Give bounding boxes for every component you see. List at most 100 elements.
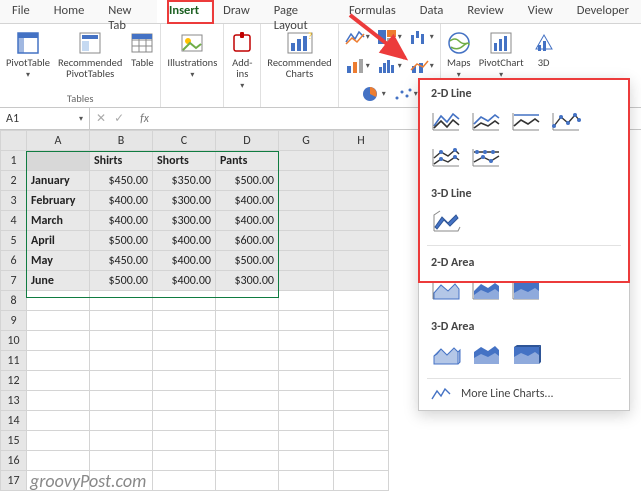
tab-formulas[interactable]: Formulas xyxy=(337,0,408,23)
line-markers-option[interactable] xyxy=(549,107,583,137)
row-header[interactable]: 4 xyxy=(1,211,27,231)
recommended-charts-button[interactable]: ? Recommended Charts xyxy=(267,28,331,79)
row-header[interactable]: 3 xyxy=(1,191,27,211)
3d-map-button[interactable]: 3D xyxy=(532,28,556,81)
cell[interactable]: June xyxy=(27,271,90,291)
cell[interactable]: $450.00 xyxy=(90,171,153,191)
stacked-line-markers-option[interactable] xyxy=(429,143,463,173)
scatter-chart-dropdown[interactable]: ▾ xyxy=(391,85,420,103)
cell[interactable]: April xyxy=(27,231,90,251)
3d-line-option[interactable] xyxy=(429,207,463,237)
combo-chart-dropdown[interactable]: ▾ xyxy=(407,57,436,75)
row-header[interactable]: 8 xyxy=(1,291,27,311)
cell[interactable]: $400.00 xyxy=(153,251,216,271)
row-header[interactable]: 10 xyxy=(1,331,27,351)
addins-button[interactable]: Add- ins ▾ xyxy=(230,28,254,92)
cancel-icon[interactable]: ✕ xyxy=(96,111,106,126)
fx-icon[interactable]: fx xyxy=(130,112,159,126)
col-header[interactable]: A xyxy=(27,131,90,151)
col-header[interactable]: C xyxy=(153,131,216,151)
cell[interactable]: $450.00 xyxy=(90,251,153,271)
map-chart-dropdown[interactable]: ▾ xyxy=(375,28,404,46)
maps-button[interactable]: Maps▾ xyxy=(447,28,471,81)
cell[interactable]: $300.00 xyxy=(153,211,216,231)
row-header[interactable]: 11 xyxy=(1,351,27,371)
row-header[interactable]: 7 xyxy=(1,271,27,291)
row-header[interactable]: 13 xyxy=(1,391,27,411)
tab-draw[interactable]: Draw xyxy=(211,0,262,23)
row-header[interactable]: 17 xyxy=(1,471,27,491)
illustrations-button[interactable]: Illustrations ▾ xyxy=(167,28,217,81)
column-chart-dropdown[interactable]: ▾ xyxy=(343,57,372,75)
cell[interactable]: $400.00 xyxy=(90,211,153,231)
illustrations-icon xyxy=(179,31,205,55)
cell[interactable]: May xyxy=(27,251,90,271)
cell[interactable]: $400.00 xyxy=(216,191,279,211)
col-header[interactable]: G xyxy=(279,131,334,151)
tab-data[interactable]: Data xyxy=(408,0,456,23)
table-button[interactable]: Table xyxy=(130,28,154,81)
cell[interactable]: $500.00 xyxy=(90,231,153,251)
statistic-chart-dropdown[interactable]: ▾ xyxy=(375,57,404,75)
tab-review[interactable]: Review xyxy=(455,0,515,23)
stacked-area-option[interactable] xyxy=(469,276,503,306)
3d-area-option[interactable] xyxy=(429,340,463,370)
tab-developer[interactable]: Developer xyxy=(565,0,641,23)
cell[interactable]: $300.00 xyxy=(153,191,216,211)
tab-new[interactable]: New Tab xyxy=(96,0,157,23)
cell[interactable]: $500.00 xyxy=(90,271,153,291)
100-stacked-line-markers-option[interactable] xyxy=(469,143,503,173)
cell[interactable]: February xyxy=(27,191,90,211)
cell[interactable]: $500.00 xyxy=(216,171,279,191)
100-stacked-area-option[interactable] xyxy=(509,276,543,306)
cell[interactable]: $300.00 xyxy=(216,271,279,291)
row-header[interactable]: 14 xyxy=(1,411,27,431)
stacked-line-option[interactable] xyxy=(469,107,503,137)
line-chart-dropdown[interactable]: ▾ xyxy=(343,28,372,46)
row-header[interactable]: 15 xyxy=(1,431,27,451)
tab-page-layout[interactable]: Page Layout xyxy=(262,0,337,23)
cell[interactable]: $400.00 xyxy=(153,271,216,291)
name-box[interactable]: A1▾ xyxy=(0,108,90,129)
cell[interactable]: Pants xyxy=(216,151,279,171)
row-header[interactable]: 6 xyxy=(1,251,27,271)
area-option[interactable] xyxy=(429,276,463,306)
cell[interactable]: $400.00 xyxy=(90,191,153,211)
col-header[interactable]: H xyxy=(334,131,389,151)
cell[interactable]: Shorts xyxy=(153,151,216,171)
cell[interactable]: $350.00 xyxy=(153,171,216,191)
row-header[interactable]: 2 xyxy=(1,171,27,191)
100-stacked-line-option[interactable] xyxy=(509,107,543,137)
stock-chart-dropdown[interactable]: ▾ xyxy=(407,28,436,46)
tab-file[interactable]: File xyxy=(0,0,42,23)
cell[interactable]: $400.00 xyxy=(216,211,279,231)
pivotchart-button[interactable]: PivotChart▾ xyxy=(479,28,524,81)
cell[interactable]: $500.00 xyxy=(216,251,279,271)
row-header[interactable]: 5 xyxy=(1,231,27,251)
recommended-pivottables-button[interactable]: Recommended PivotTables xyxy=(58,28,122,81)
tab-insert[interactable]: Insert xyxy=(157,0,211,23)
ribbon-tabs: File Home New Tab Insert Draw Page Layou… xyxy=(0,0,641,24)
cell[interactable]: Shirts xyxy=(90,151,153,171)
row-header[interactable]: 9 xyxy=(1,311,27,331)
pivottable-button[interactable]: PivotTable ▾ xyxy=(6,28,50,81)
cell[interactable]: $400.00 xyxy=(153,231,216,251)
col-header[interactable]: D xyxy=(216,131,279,151)
3d-100-stacked-area-option[interactable] xyxy=(509,340,543,370)
histogram-icon xyxy=(377,58,397,74)
row-header[interactable]: 1 xyxy=(1,151,27,171)
cell[interactable]: March xyxy=(27,211,90,231)
tab-home[interactable]: Home xyxy=(42,0,97,23)
cell[interactable]: $600.00 xyxy=(216,231,279,251)
section-2d-area: 2-D Area xyxy=(419,248,629,276)
pie-chart-dropdown[interactable]: ▾ xyxy=(359,85,388,103)
col-header[interactable]: B xyxy=(90,131,153,151)
cell[interactable]: January xyxy=(27,171,90,191)
confirm-icon[interactable]: ✓ xyxy=(114,111,124,126)
tab-view[interactable]: View xyxy=(516,0,565,23)
line-chart-option[interactable] xyxy=(429,107,463,137)
more-line-charts[interactable]: More Line Charts... xyxy=(419,381,629,404)
row-header[interactable]: 12 xyxy=(1,371,27,391)
row-header[interactable]: 16 xyxy=(1,451,27,471)
3d-stacked-area-option[interactable] xyxy=(469,340,503,370)
